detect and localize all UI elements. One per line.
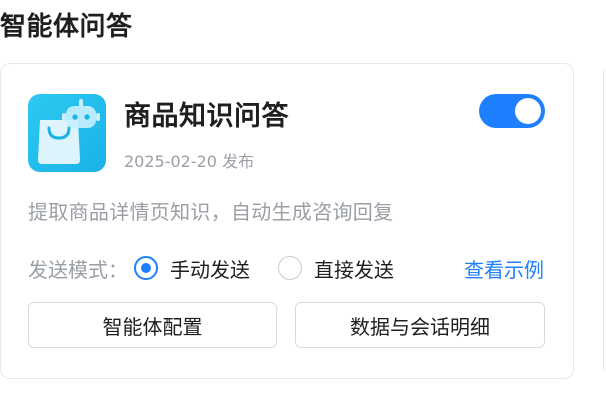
view-example-link[interactable]: 查看示例 [464, 254, 544, 283]
toggle-knob [515, 98, 541, 124]
agent-card: 商品知识问答 2025-02-20 发布 提取商品详情页知识，自动生成咨询回复 … [0, 63, 574, 379]
data-session-details-button[interactable]: 数据与会话明细 [295, 302, 545, 348]
radio-manual-send-label[interactable]: 手动发送 [170, 254, 250, 283]
section-title: 智能体问答 [0, 12, 133, 42]
shopping-bag-robot-icon [28, 94, 106, 172]
send-mode-row: 发送模式： 手动发送 直接发送 查看示例 [28, 254, 548, 284]
radio-direct-send-label[interactable]: 直接发送 [314, 254, 394, 283]
radio-manual-send[interactable] [134, 256, 158, 280]
agent-config-button[interactable]: 智能体配置 [28, 302, 277, 348]
publish-date: 2025-02-20 发布 [124, 152, 255, 171]
radio-direct-send[interactable] [278, 256, 302, 280]
send-mode-label: 发送模式： [28, 258, 128, 282]
enable-toggle[interactable] [479, 94, 545, 128]
card-description: 提取商品详情页知识，自动生成咨询回复 [28, 200, 394, 224]
card-title: 商品知识问答 [124, 101, 289, 132]
